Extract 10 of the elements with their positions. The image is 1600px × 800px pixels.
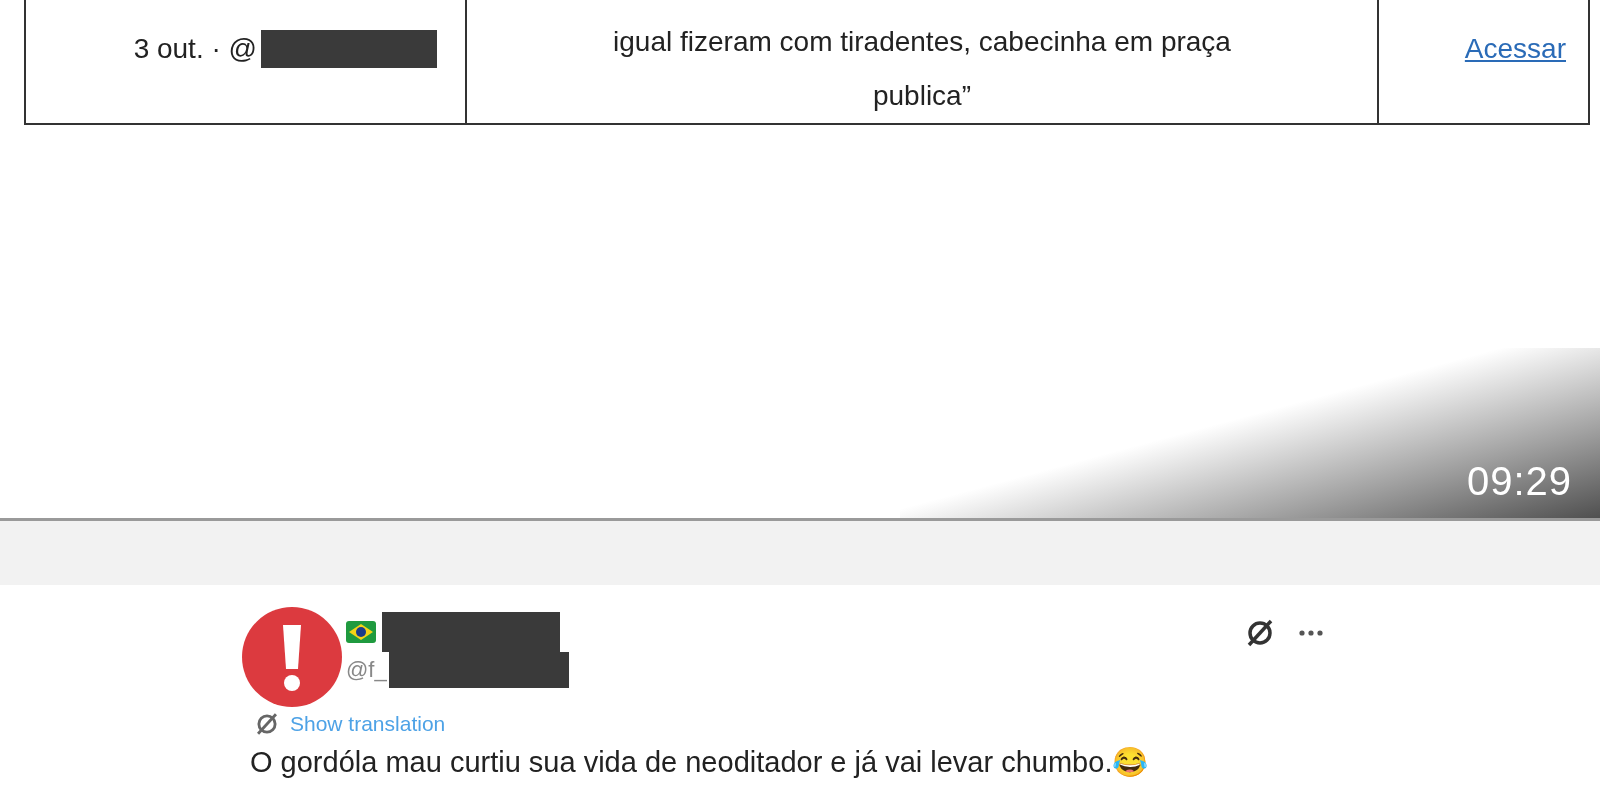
access-link[interactable]: Acessar [1464, 32, 1566, 65]
video-timestamp: 09:29 [1466, 459, 1572, 504]
show-translation-link[interactable]: Show translation [290, 712, 446, 736]
alert-avatar-icon [242, 607, 342, 707]
flag-icon [346, 621, 376, 643]
date-handle: 3 out. · @ [133, 32, 257, 65]
user-handle: @f_ [346, 657, 387, 683]
more-icon[interactable] [1298, 629, 1324, 637]
tweet-text: O gordóla mau curtiu sua vida de neoditador e já vai levar chumbo.😂 [250, 745, 1150, 779]
quote-text: igual fizeram com tiradentes, cabecinha em praça publica” [613, 25, 1231, 113]
